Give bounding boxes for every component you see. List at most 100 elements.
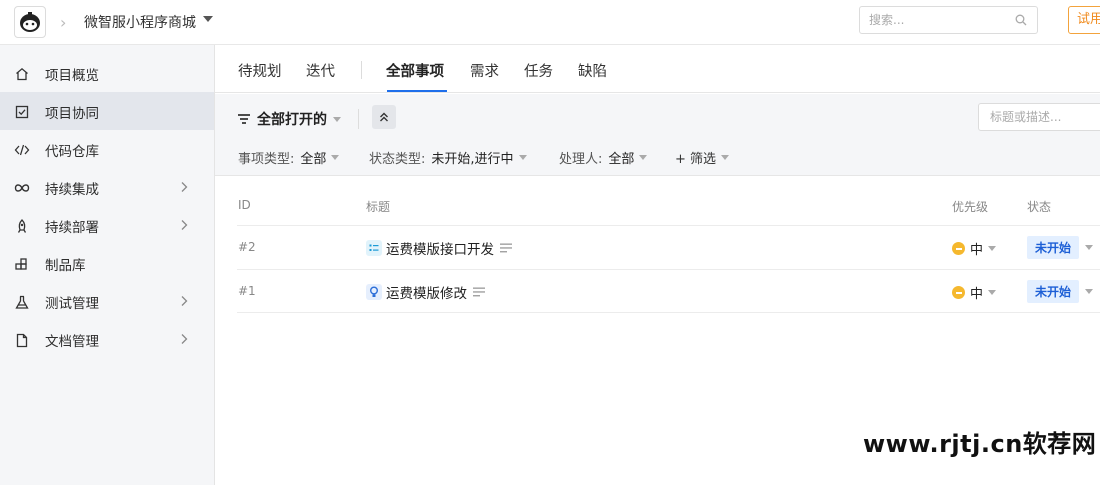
view-selector[interactable]: 全部打开的	[237, 109, 341, 129]
title-desc-search-input[interactable]	[979, 104, 1099, 130]
tab-divider	[361, 61, 362, 79]
caret-down-icon	[518, 155, 527, 160]
priority-selector[interactable]: 中	[952, 239, 997, 258]
sidebar-item-label: 代码仓库	[45, 144, 99, 160]
trial-button[interactable]: 试用	[1068, 6, 1100, 34]
sidebar-item-label: 制品库	[45, 258, 86, 274]
priority-selector[interactable]: 中	[952, 283, 997, 302]
issue-title: 运费模版接口开发	[386, 242, 494, 258]
caret-down-icon	[333, 116, 341, 122]
sidebar-item-label: 持续集成	[45, 182, 99, 198]
site-watermark: www.rjtj.cn软荐网	[863, 430, 1097, 458]
status-badge: 未开始	[1027, 280, 1080, 303]
filter-panel: 全部打开的 事项类型: 全部 状态类型: 未开始,进行中 处理人: 全部 + 筛…	[215, 94, 1100, 176]
filter-value: 全部	[608, 152, 635, 167]
column-header-status[interactable]: 状态	[1027, 198, 1051, 215]
sidebar-item-ci[interactable]: 持续集成	[0, 168, 214, 206]
add-filter-label: + 筛选	[675, 152, 717, 167]
home-icon	[14, 66, 30, 82]
filter-value: 全部	[300, 152, 327, 167]
mascot-logo-icon	[20, 12, 40, 32]
issue-type-filter[interactable]: 事项类型: 全部	[238, 148, 340, 167]
caret-down-icon[interactable]	[203, 16, 213, 22]
tab-requirements[interactable]: 需求	[470, 60, 499, 81]
caret-down-icon	[1085, 289, 1094, 294]
status-badge: 未开始	[1027, 236, 1080, 259]
sidebar-item-artifacts[interactable]: 制品库	[0, 244, 214, 282]
sidebar-item-collaboration[interactable]: 项目协同	[0, 92, 214, 130]
priority-medium-icon	[952, 286, 965, 299]
breadcrumb-chevron-icon: ›	[60, 13, 67, 32]
sidebar: 项目概览 项目协同 代码仓库 持续集成 持续部署 制品库 测试管理 文档管理	[0, 45, 215, 485]
issue-tabs: 待规划 迭代 全部事项 需求 任务 缺陷	[215, 45, 1100, 93]
chevron-right-icon	[181, 220, 188, 230]
search-icon[interactable]	[1015, 14, 1027, 26]
sidebar-item-testing[interactable]: 测试管理	[0, 282, 214, 320]
priority-value: 中	[970, 287, 984, 302]
tab-backlog[interactable]: 待规划	[238, 60, 282, 81]
project-name[interactable]: 微智服小程序商城	[84, 12, 196, 32]
issue-title-link[interactable]: 运费模版修改	[366, 282, 486, 302]
add-filter-button[interactable]: + 筛选	[675, 148, 730, 167]
caret-down-icon	[1085, 245, 1094, 250]
caret-down-icon	[639, 155, 648, 160]
assignee-filter[interactable]: 处理人: 全部	[559, 148, 648, 167]
code-icon	[14, 142, 30, 158]
title-desc-search[interactable]	[978, 103, 1100, 131]
issue-id: #1	[238, 284, 256, 298]
description-lines-icon	[500, 243, 512, 253]
column-header-priority[interactable]: 优先级	[952, 198, 988, 215]
filter-icon	[238, 114, 250, 124]
tab-sprint[interactable]: 迭代	[306, 60, 335, 81]
caret-down-icon	[721, 155, 730, 160]
top-bar: › 微智服小程序商城 试用	[0, 0, 1100, 45]
sidebar-item-label: 测试管理	[45, 296, 99, 312]
chevron-right-icon	[181, 334, 188, 344]
filter-label: 事项类型:	[238, 152, 295, 167]
sidebar-item-code-repo[interactable]: 代码仓库	[0, 130, 214, 168]
chevron-right-icon	[181, 296, 188, 306]
sidebar-item-label: 项目协同	[45, 106, 99, 122]
tab-all-issues[interactable]: 全部事项	[386, 60, 444, 81]
rocket-icon	[14, 218, 30, 234]
view-title: 全部打开的	[257, 112, 327, 128]
issue-title-link[interactable]: 运费模版接口开发	[366, 238, 513, 258]
checkbox-icon	[14, 104, 30, 120]
status-type-filter[interactable]: 状态类型: 未开始,进行中	[369, 148, 527, 167]
caret-down-icon	[988, 246, 997, 251]
tab-tasks[interactable]: 任务	[524, 60, 553, 81]
issue-id: #2	[238, 240, 256, 254]
active-tab-indicator	[387, 90, 447, 92]
status-selector[interactable]: 未开始	[1027, 280, 1094, 303]
task-type-icon	[366, 240, 382, 256]
double-chevron-up-icon	[380, 112, 388, 122]
chevron-right-icon	[181, 182, 188, 192]
global-search-input[interactable]	[860, 7, 1000, 33]
infinity-icon	[14, 180, 30, 196]
divider	[358, 109, 359, 129]
requirement-type-icon	[366, 284, 382, 300]
table-row[interactable]: #1 运费模版修改 中 未开始	[237, 269, 1100, 313]
sidebar-item-docs[interactable]: 文档管理	[0, 320, 214, 358]
caret-down-icon	[331, 155, 340, 160]
sidebar-item-overview[interactable]: 项目概览	[0, 54, 214, 92]
sidebar-item-label: 项目概览	[45, 68, 99, 84]
table-bottom-border	[237, 312, 1100, 313]
app-logo[interactable]	[14, 6, 46, 38]
filter-label: 处理人:	[559, 152, 603, 167]
flask-icon	[14, 294, 30, 310]
column-header-title[interactable]: 标题	[366, 198, 390, 215]
description-lines-icon	[473, 287, 485, 297]
tab-defects[interactable]: 缺陷	[578, 60, 607, 81]
caret-down-icon	[988, 290, 997, 295]
sidebar-item-label: 文档管理	[45, 334, 99, 350]
priority-value: 中	[970, 243, 984, 258]
table-row[interactable]: #2 运费模版接口开发 中 未开始	[237, 225, 1100, 269]
column-header-id[interactable]: ID	[238, 198, 251, 212]
status-selector[interactable]: 未开始	[1027, 236, 1094, 259]
global-search[interactable]	[859, 6, 1038, 34]
filter-value: 未开始,进行中	[431, 152, 514, 167]
filter-label: 状态类型:	[369, 152, 426, 167]
collapse-filters-button[interactable]	[372, 105, 396, 129]
sidebar-item-cd[interactable]: 持续部署	[0, 206, 214, 244]
